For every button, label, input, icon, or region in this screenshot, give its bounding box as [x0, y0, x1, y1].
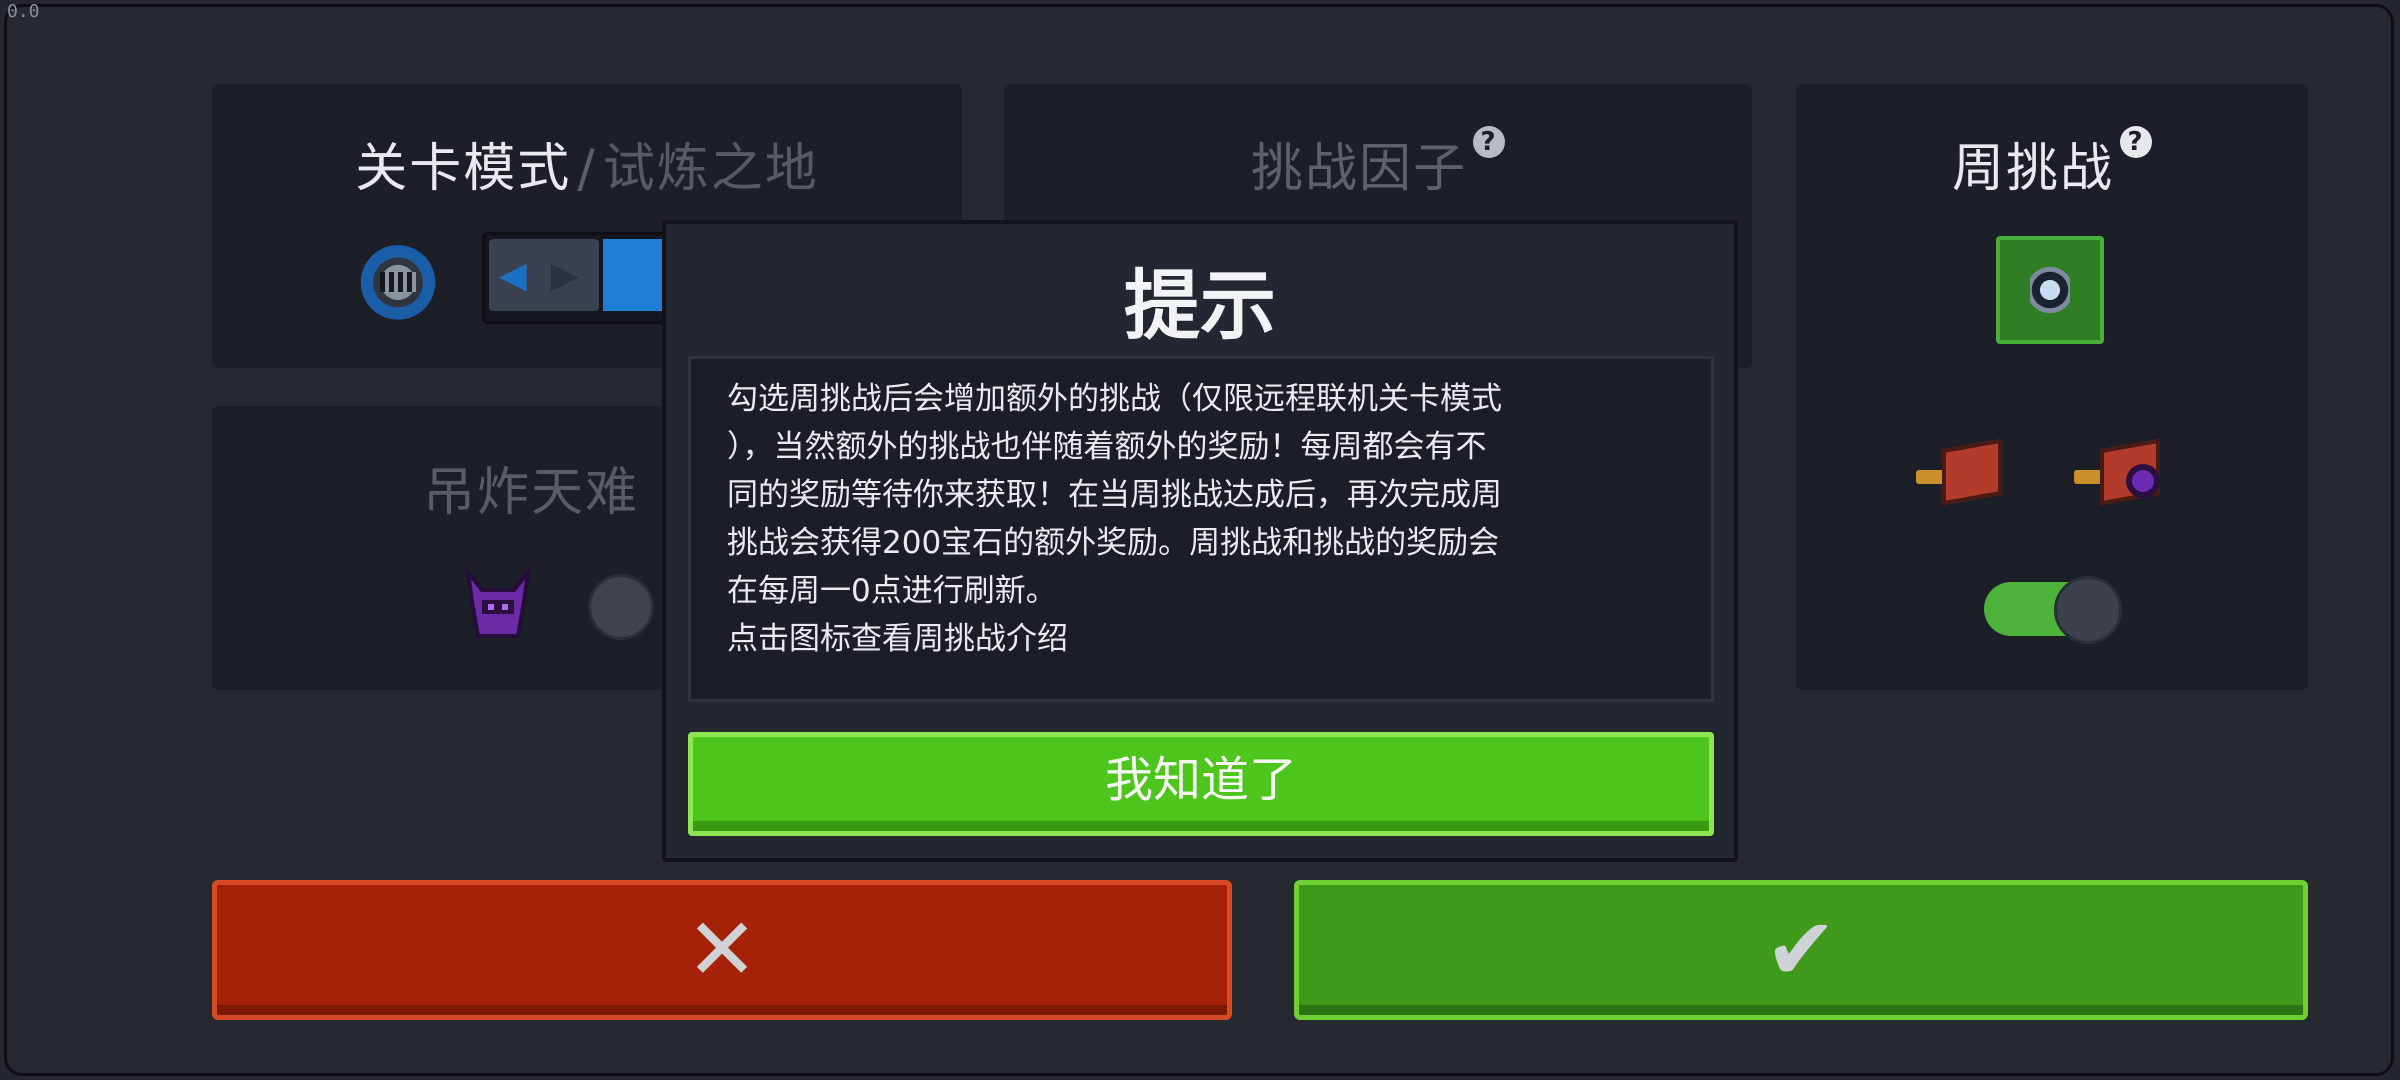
dialog-line: 点击图标查看周挑战介绍	[727, 621, 1068, 657]
close-icon: ✕	[685, 900, 759, 1000]
orb-shape	[2126, 464, 2160, 498]
mode-slider[interactable]: ◀ ▶	[482, 232, 688, 324]
dialog-line: 挑战会获得200宝石的额外奖励。周挑战和挑战的奖励会	[727, 525, 1500, 561]
dialog-line: 在每周一0点进行刷新。	[727, 573, 1057, 609]
version-label: 0.0	[7, 1, 40, 22]
dialog-ok-label: 我知道了	[1104, 752, 1297, 808]
mode-title-main: 关卡模式	[355, 139, 572, 199]
weekly-title-text: 周挑战	[1951, 139, 2114, 199]
arrow-left-icon[interactable]: ◀	[499, 255, 527, 296]
game-screen: 0.0 关卡模式 / 试炼之地 ◀ ▶ 挑战因子? 吊炸天难 周挑战 ? ✕ ✔…	[0, 0, 2400, 1080]
bomb-toggle[interactable]	[588, 574, 654, 640]
dialog-line: ），当然额外的挑战也伴随着额外的奖励！每周都会有不	[727, 429, 1487, 465]
dialog-body: 勾选周挑战后会增加额外的挑战（仅限远程联机关卡模式 ），当然额外的挑战也伴随着额…	[688, 356, 1714, 702]
slider-arrows[interactable]: ◀ ▶	[489, 239, 599, 311]
weekly-challenge-icon[interactable]	[1996, 236, 2104, 344]
chest-orb-icon	[2074, 434, 2164, 506]
weekly-toggle[interactable]	[1984, 576, 2122, 644]
cancel-button[interactable]: ✕	[212, 880, 1232, 1020]
check-icon: ✔	[1764, 900, 1838, 1000]
mode-title-sub[interactable]: 试炼之地	[603, 139, 819, 199]
chest-box	[1942, 438, 2002, 506]
dialog-title: 提示	[1124, 261, 1276, 350]
mode-title-separator: /	[577, 139, 597, 199]
dialog-line: 同的奖励等待你来获取！在当周挑战达成后，再次完成周	[727, 477, 1502, 513]
mode-panel-title: 关卡模式 / 试炼之地	[212, 126, 962, 201]
factor-title-text: 挑战因子	[1250, 139, 1467, 199]
factor-panel-title: 挑战因子?	[1004, 126, 1752, 201]
dialog-line: 勾选周挑战后会增加额外的挑战（仅限远程联机关卡模式	[727, 381, 1502, 417]
chest-key-icon	[1916, 434, 2006, 506]
weekly-help-icon[interactable]: ?	[2120, 126, 2152, 158]
demon-helmet-icon[interactable]	[458, 566, 538, 646]
weekly-toggle-knob[interactable]	[2054, 576, 2122, 644]
tip-dialog: 提示 勾选周挑战后会增加额外的挑战（仅限远程联机关卡模式 ），当然额外的挑战也伴…	[662, 220, 1738, 862]
weekly-panel-title: 周挑战?	[1796, 126, 2308, 201]
confirm-button[interactable]: ✔	[1294, 880, 2308, 1020]
weekly-panel: 周挑战?	[1796, 84, 2308, 690]
dialog-ok-button[interactable]: 我知道了	[688, 732, 1714, 836]
knight-helmet-icon[interactable]	[360, 234, 436, 322]
arrow-right-icon[interactable]: ▶	[551, 255, 579, 296]
factor-help-icon[interactable]: ?	[1473, 126, 1505, 158]
